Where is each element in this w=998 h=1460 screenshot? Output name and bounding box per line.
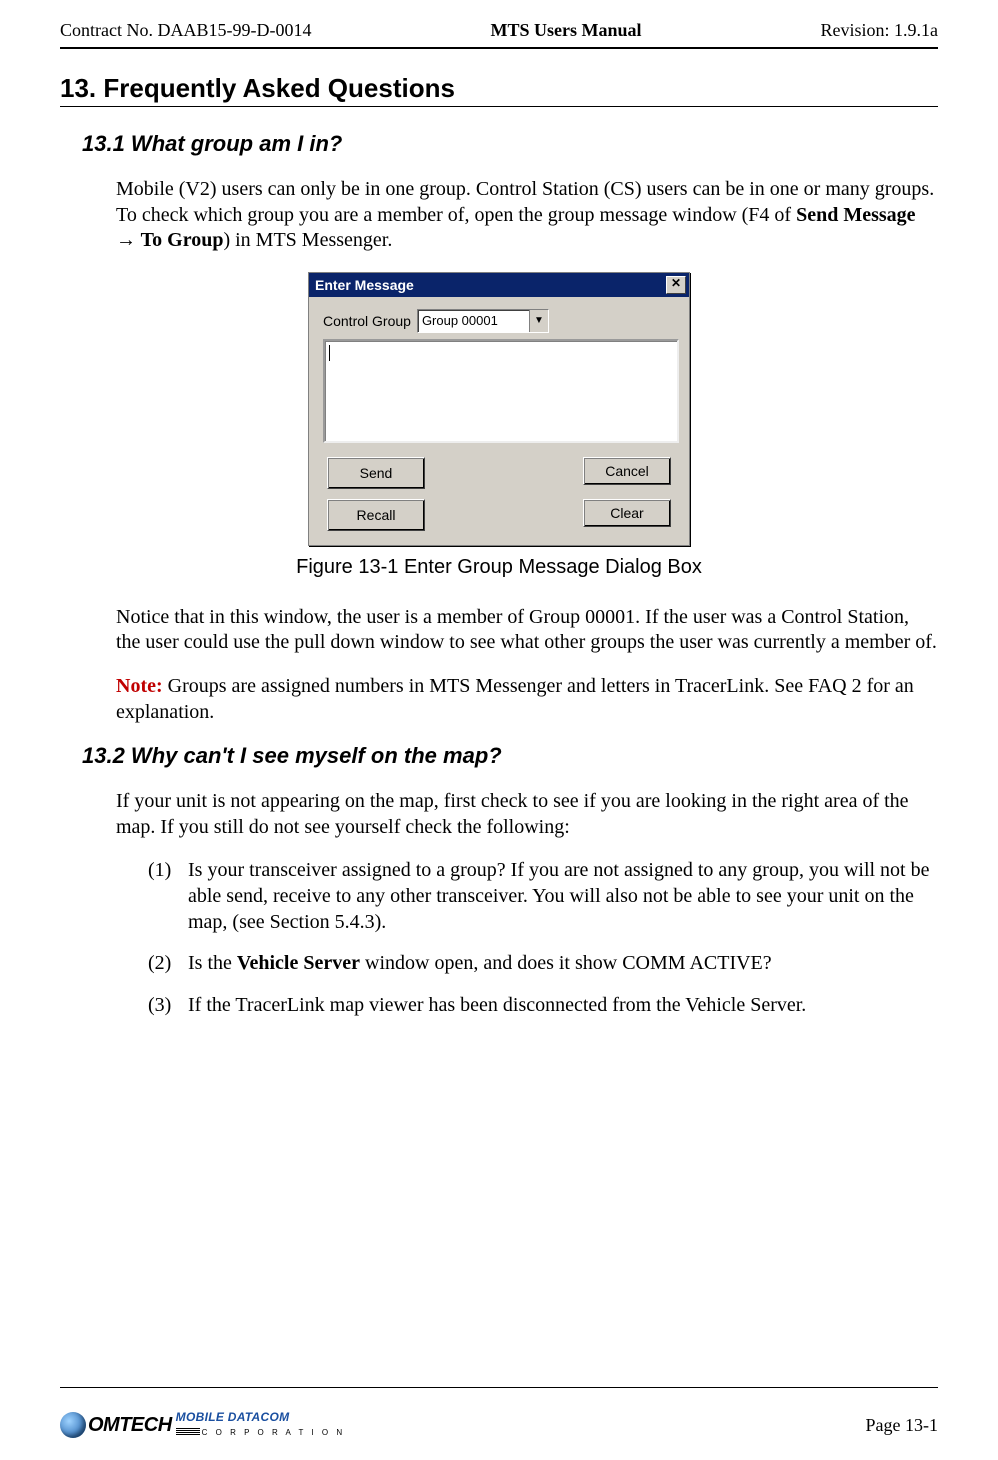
- cancel-button[interactable]: Cancel: [583, 457, 671, 485]
- sub2-intro: If your unit is not appearing on the map…: [116, 789, 938, 840]
- list-number: (1): [116, 858, 188, 935]
- control-group-label: Control Group: [323, 313, 411, 329]
- chevron-down-icon[interactable]: ▼: [529, 310, 548, 332]
- li-pre: If the TracerLink map viewer has been di…: [188, 994, 806, 1016]
- button-row-1: Send Cancel: [323, 457, 675, 489]
- list-item: (2) Is the Vehicle Server window open, a…: [116, 951, 938, 977]
- sub1-paragraph-2: Notice that in this window, the user is …: [116, 605, 938, 656]
- header-center: MTS Users Manual: [490, 20, 641, 41]
- list-text: Is the Vehicle Server window open, and d…: [188, 951, 938, 977]
- li-pre: Is the: [188, 952, 237, 974]
- figure-caption: Figure 13-1 Enter Group Message Dialog B…: [296, 556, 702, 579]
- list-text: If the TracerLink map viewer has been di…: [188, 993, 938, 1019]
- header-rule: [60, 47, 938, 49]
- section-underline: [60, 106, 938, 107]
- clear-button[interactable]: Clear: [583, 499, 671, 527]
- logo-corp-text: C O R P O R A T I O N: [202, 1428, 345, 1437]
- sub2-list: (1) Is your transceiver assigned to a gr…: [116, 858, 938, 1018]
- stripes-icon: [176, 1427, 200, 1435]
- page: Contract No. DAAB15-99-D-0014 MTS Users …: [0, 0, 998, 1460]
- company-logo: OMTECH MOBILE DATACOM C O R P O R A T I …: [60, 1412, 345, 1438]
- section-title: 13. Frequently Asked Questions: [60, 73, 938, 104]
- dialog-titlebar: Enter Message ✕: [309, 273, 689, 297]
- control-group-value: Group 00001: [418, 313, 529, 328]
- figure-13-1: Enter Message ✕ Control Group Group 0000…: [60, 272, 938, 597]
- page-number: Page 13-1: [866, 1415, 938, 1436]
- recall-button[interactable]: Recall: [327, 499, 425, 531]
- dialog-title: Enter Message: [315, 277, 414, 293]
- note-text: Groups are assigned numbers in MTS Messe…: [116, 675, 914, 723]
- li-pre: Is your transceiver assigned to a group?…: [188, 859, 929, 932]
- sub1-note: Note: Groups are assigned numbers in MTS…: [116, 674, 938, 725]
- text-caret: [329, 345, 330, 361]
- subsection-13-1-title: 13.1 What group am I in?: [82, 131, 938, 157]
- button-row-2: Recall Clear: [323, 499, 675, 531]
- control-group-row: Control Group Group 00001 ▼: [323, 309, 675, 333]
- list-number: (3): [116, 993, 188, 1019]
- logo-sub-text: MOBILE DATACOM: [176, 1412, 345, 1422]
- header-right: Revision: 1.9.1a: [820, 20, 938, 41]
- send-button[interactable]: Send: [327, 457, 425, 489]
- logo-sub-block: MOBILE DATACOM C O R P O R A T I O N: [176, 1412, 345, 1437]
- logo-main-text: OMTECH: [88, 1414, 172, 1437]
- page-header: Contract No. DAAB15-99-D-0014 MTS Users …: [60, 20, 938, 41]
- enter-message-dialog: Enter Message ✕ Control Group Group 0000…: [308, 272, 690, 546]
- note-label: Note:: [116, 675, 163, 697]
- footer-rule: [60, 1387, 938, 1388]
- dialog-body: Control Group Group 00001 ▼ Send Cancel …: [309, 297, 689, 545]
- message-textarea[interactable]: [323, 339, 679, 443]
- sub1-paragraph-1: Mobile (V2) users can only be in one gro…: [116, 177, 938, 254]
- list-number: (2): [116, 951, 188, 977]
- li-post: window open, and does it show COMM ACTIV…: [360, 952, 772, 974]
- subsection-13-2-title: 13.2 Why can't I see myself on the map?: [82, 743, 938, 769]
- list-text: Is your transceiver assigned to a group?…: [188, 858, 938, 935]
- close-icon[interactable]: ✕: [666, 276, 686, 294]
- logo-corp-line: C O R P O R A T I O N: [176, 1422, 345, 1437]
- li-bold: Vehicle Server: [237, 952, 360, 974]
- list-item: (3) If the TracerLink map viewer has bee…: [116, 993, 938, 1019]
- sub1-p1-post: ) in MTS Messenger.: [223, 229, 392, 251]
- header-left: Contract No. DAAB15-99-D-0014: [60, 20, 311, 41]
- list-item: (1) Is your transceiver assigned to a gr…: [116, 858, 938, 935]
- control-group-combo[interactable]: Group 00001 ▼: [417, 309, 549, 333]
- page-footer: OMTECH MOBILE DATACOM C O R P O R A T I …: [60, 1412, 938, 1438]
- globe-icon: [60, 1412, 86, 1438]
